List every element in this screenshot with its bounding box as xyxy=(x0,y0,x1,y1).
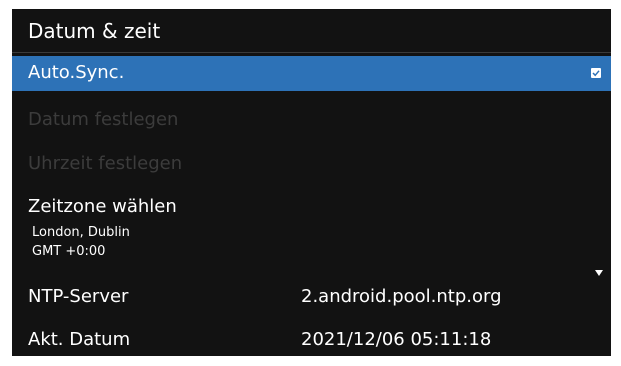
time-zone-offset: GMT +0:00 xyxy=(32,244,106,259)
time-zone-label: Zeitzone wählen xyxy=(28,196,177,217)
page-title: Datum & zeit xyxy=(12,9,611,53)
menu-item-set-time[interactable]: Uhrzeit festlegen xyxy=(12,144,611,184)
set-time-label: Uhrzeit festlegen xyxy=(28,153,183,174)
menu-item-ntp-server[interactable]: NTP-Server 2.android.pool.ntp.org xyxy=(12,279,611,317)
menu-item-set-date[interactable]: Datum festlegen xyxy=(12,100,611,140)
set-date-label: Datum festlegen xyxy=(28,109,179,130)
time-zone-city: London, Dublin xyxy=(32,225,130,240)
settings-panel: Datum & zeit Auto.Sync. Datum festlegen … xyxy=(12,9,611,356)
menu-item-auto-sync[interactable]: Auto.Sync. xyxy=(12,56,611,91)
checkbox-checked-icon xyxy=(592,70,600,77)
scroll-down-arrow-icon[interactable] xyxy=(595,270,603,276)
auto-sync-checkbox[interactable] xyxy=(591,68,601,78)
current-date-value: 2021/12/06 05:11:18 xyxy=(301,329,492,350)
ntp-server-label: NTP-Server xyxy=(28,286,129,307)
menu-item-current-date: Akt. Datum 2021/12/06 05:11:18 xyxy=(12,324,611,356)
menu-item-time-zone[interactable]: Zeitzone wählen London, Dublin GMT +0:00 xyxy=(12,189,611,269)
auto-sync-label: Auto.Sync. xyxy=(28,62,125,83)
current-date-label: Akt. Datum xyxy=(28,329,131,350)
ntp-server-value: 2.android.pool.ntp.org xyxy=(301,286,502,307)
